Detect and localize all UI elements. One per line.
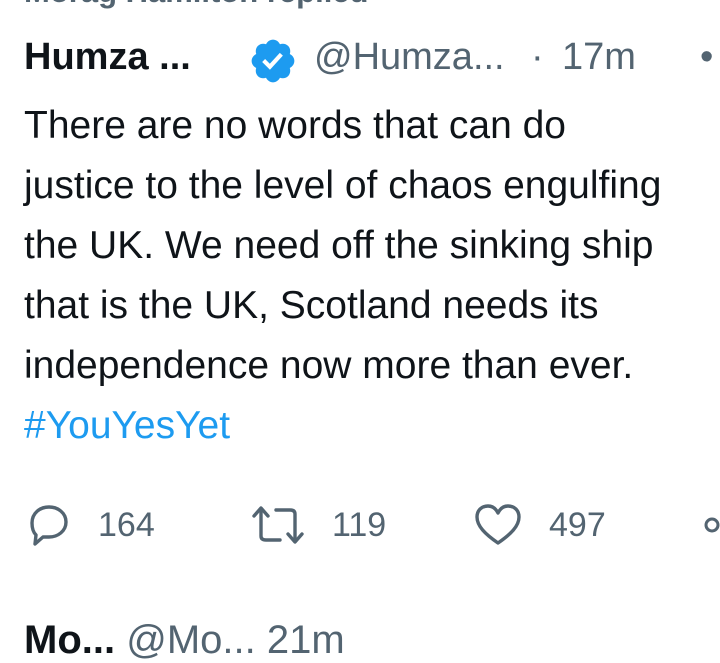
hashtag-link[interactable]: #YouYesYet — [24, 396, 720, 456]
verified-badge-icon — [251, 39, 295, 83]
tweet-text-line: justice to the level of chaos engulfing — [24, 164, 662, 207]
next-author-handle[interactable]: @Mo... — [126, 618, 256, 662]
reply-bubble-icon — [30, 505, 68, 546]
reply-button[interactable]: 164 — [24, 500, 155, 550]
share-icon — [704, 517, 720, 533]
tweet-text-line: that is the UK, Scotland needs its — [24, 284, 599, 327]
next-tweet-timestamp[interactable]: 21m — [267, 618, 345, 662]
tweet-text: There are no words that can do justice t… — [24, 96, 720, 456]
share-button[interactable] — [703, 500, 720, 550]
header-separator: · — [531, 36, 544, 78]
like-button[interactable]: 497 — [473, 500, 606, 550]
tweet-actions-bar: 164 119 497 — [0, 500, 720, 550]
retweet-icon — [252, 506, 304, 544]
reply-count: 164 — [98, 505, 155, 544]
tweet-text-line: the UK. We need off the sinking ship — [24, 224, 654, 267]
tweet-text-line: independence now more than ever. — [24, 344, 634, 387]
more-options-icon[interactable]: • — [700, 32, 713, 82]
like-count: 497 — [549, 505, 606, 544]
tweet-text-line: There are no words that can do — [24, 104, 566, 147]
heart-icon — [475, 504, 521, 545]
next-tweet-header: Mo... @Mo... 21m — [24, 618, 345, 663]
tweet-timestamp[interactable]: 17m — [562, 32, 636, 82]
retweet-count: 119 — [332, 505, 387, 544]
tweet-header: Humza ... @Humza... · 17m • — [24, 32, 720, 83]
retweet-button[interactable]: 119 — [250, 500, 386, 550]
replied-context-text: Morag Hamilton replied — [24, 0, 368, 10]
author-handle[interactable]: @Humza... — [314, 32, 505, 82]
author-name[interactable]: Humza ... — [24, 32, 191, 82]
next-author-name[interactable]: Mo... — [24, 618, 115, 662]
